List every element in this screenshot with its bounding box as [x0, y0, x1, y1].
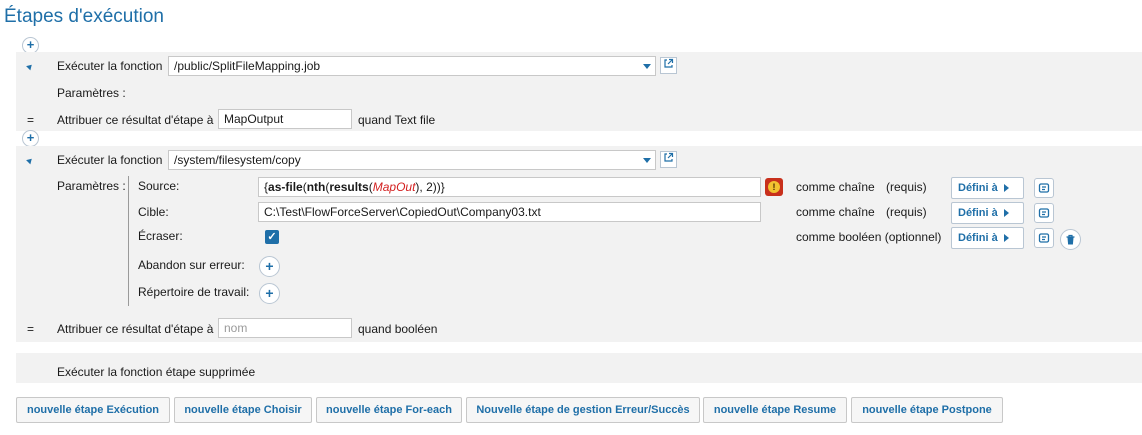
external-link-icon — [664, 58, 674, 68]
define-label: Défini à — [958, 182, 998, 194]
expr-brace-close: ))} — [432, 180, 445, 194]
new-resume-step-button[interactable]: nouvelle étape Resume — [703, 397, 847, 423]
chevron-down-icon — [643, 64, 651, 69]
deleted-step-text: Exécuter la fonction étape supprimée — [57, 365, 256, 379]
define-label: Défini à — [958, 207, 998, 219]
expr-fn-results: results — [329, 180, 369, 194]
param-working-dir-add-button[interactable]: + — [259, 283, 280, 304]
param-overwrite-label: Écraser: — [138, 229, 183, 243]
param-target-type: comme chaîne — [796, 205, 875, 219]
param-source-required: (requis) — [886, 180, 927, 194]
external-link-icon — [664, 152, 674, 162]
new-execution-step-button[interactable]: nouvelle étape Exécution — [16, 397, 170, 423]
page-title: Étapes d'exécution — [4, 6, 164, 27]
param-target-input[interactable]: C:\Test\FlowForceServer\CopiedOut\Compan… — [258, 202, 761, 222]
step-1-equals: = — [27, 113, 35, 127]
define-label: Défini à — [958, 232, 998, 244]
new-error-success-step-button[interactable]: Nouvelle étape de gestion Erreur/Succès — [466, 397, 700, 423]
new-foreach-step-button[interactable]: nouvelle étape For-each — [316, 397, 462, 423]
step-2-result-input[interactable]: nom — [218, 318, 352, 338]
step-2-function-select[interactable]: /system/filesystem/copy — [168, 150, 656, 170]
arrow-right-icon — [1003, 234, 1009, 243]
expr-paren: ), — [415, 180, 427, 194]
step-2-assign-label: Attribuer ce résultat d'étape à — [57, 322, 214, 336]
step-1-exec-label: Exécuter la fonction — [57, 59, 163, 73]
info-warning-icon[interactable]: ! — [765, 178, 783, 196]
param-overwrite-variable-button[interactable] — [1034, 228, 1054, 248]
expr-fn-nth: nth — [306, 180, 326, 194]
arrow-right-icon — [1003, 184, 1009, 193]
param-target-required: (requis) — [886, 205, 927, 219]
param-source-define-button[interactable]: Défini à — [951, 177, 1024, 199]
step-2-when-label: quand booléen — [358, 322, 438, 336]
param-target-define-button[interactable]: Défini à — [951, 202, 1024, 224]
open-function-button-2[interactable] — [660, 151, 677, 168]
param-source-expression-input[interactable]: {as-file(nth(results(MapOut), 2))} — [258, 177, 761, 197]
param-overwrite-type: comme booléen (optionnel) — [796, 230, 942, 244]
open-function-button-1[interactable] — [660, 57, 677, 74]
expr-variable: MapOut — [372, 180, 416, 194]
step-1-params-label: Paramètres : — [57, 86, 126, 100]
chevron-down-icon — [643, 158, 651, 163]
param-overwrite-define-button[interactable]: Défini à — [951, 227, 1024, 249]
param-source-type: comme chaîne — [796, 180, 875, 194]
expr-number: 2 — [426, 180, 433, 194]
param-abort-on-error-label: Abandon sur erreur: — [138, 258, 245, 272]
param-source-variable-button[interactable] — [1034, 178, 1054, 198]
arrow-right-icon — [1003, 209, 1009, 218]
step-2-function-value: /system/filesystem/copy — [174, 153, 301, 167]
step-1-when-label: quand Text file — [358, 113, 436, 127]
step-1-function-value: /public/SplitFileMapping.job — [174, 59, 321, 73]
param-source-label: Source: — [138, 179, 180, 193]
step-1-function-select[interactable]: /public/SplitFileMapping.job — [168, 56, 656, 76]
insert-step-button-2[interactable]: + — [22, 130, 39, 147]
param-working-dir-label: Répertoire de travail: — [138, 285, 250, 299]
new-choose-step-button[interactable]: nouvelle étape Choisir — [174, 397, 312, 423]
step-1-result-input[interactable]: MapOutput — [218, 109, 352, 129]
step-2-params-label: Paramètres : — [57, 179, 126, 193]
param-abort-on-error-add-button[interactable]: + — [259, 256, 280, 277]
variable-icon — [1038, 233, 1050, 243]
param-target-label: Cible: — [138, 205, 169, 219]
param-overwrite-delete-button[interactable] — [1060, 229, 1081, 250]
variable-icon — [1038, 208, 1050, 218]
param-overwrite-checkbox[interactable]: ✓ — [265, 230, 279, 244]
params-divider — [128, 176, 129, 306]
param-target-variable-button[interactable] — [1034, 203, 1054, 223]
step-2-equals: = — [27, 322, 35, 336]
step-2-exec-label: Exécuter la fonction — [57, 153, 163, 167]
step-1-assign-label: Attribuer ce résultat d'étape à — [57, 113, 214, 127]
trash-icon — [1066, 234, 1075, 244]
expr-fn-as-file: as-file — [268, 180, 303, 194]
new-postpone-step-button[interactable]: nouvelle étape Postpone — [851, 397, 1003, 423]
variable-icon — [1038, 183, 1050, 193]
